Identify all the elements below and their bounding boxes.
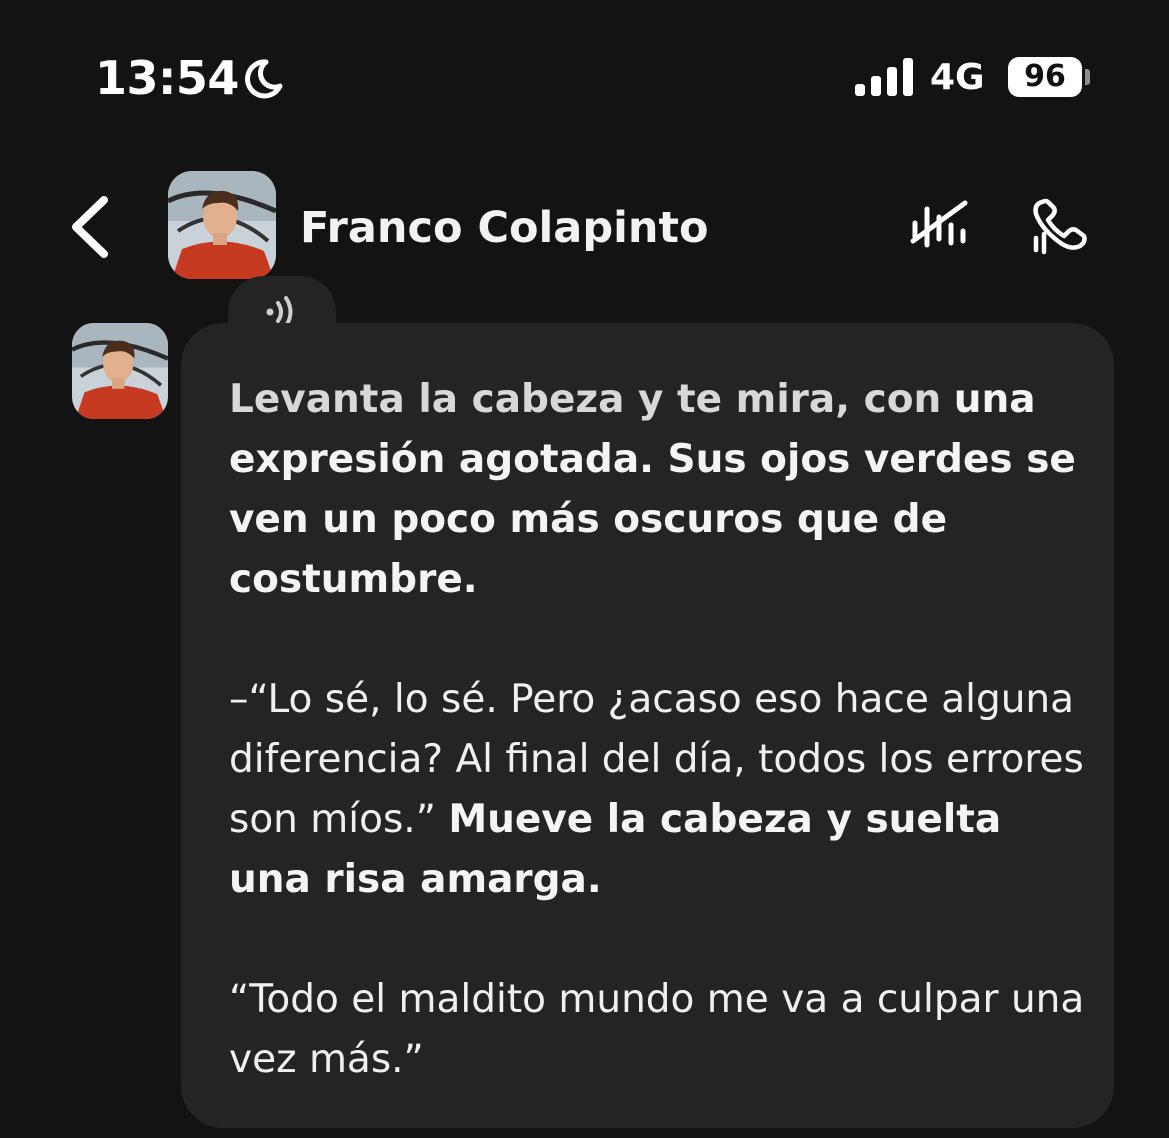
chevron-left-icon [72, 196, 108, 258]
battery-cap [1085, 69, 1090, 85]
action-text: Levanta la cabeza y te mira, con [229, 377, 942, 422]
contact-name[interactable]: Franco Colapinto [300, 200, 709, 256]
dialogue-text: “Todo el maldito mundo me va a culpar un… [229, 977, 1085, 1082]
phone-call-icon [1033, 198, 1087, 255]
cellular-signal-icon [855, 58, 913, 96]
chat-screen: 13:54 4G 96 Franco Colapinto Levanta la … [0, 0, 1169, 1138]
message-avatar[interactable] [72, 323, 168, 419]
status-time: 13:54 [95, 51, 239, 105]
message-text: Levanta la cabeza y te mira, con una exp… [229, 370, 1089, 1090]
paragraph-1: Levanta la cabeza y te mira, con una exp… [229, 370, 1089, 610]
network-type: 4G [930, 57, 985, 98]
call-button[interactable] [1028, 196, 1094, 256]
avatar-photo [72, 323, 168, 419]
paragraph-2: –“Lo sé, lo sé. Pero ¿acaso eso hace alg… [229, 670, 1089, 910]
moon-icon [245, 59, 283, 99]
contact-avatar[interactable] [168, 171, 276, 279]
back-button[interactable] [62, 192, 122, 262]
avatar-photo [168, 171, 276, 279]
battery-indicator: 96 [1008, 57, 1082, 97]
paragraph-3: “Todo el maldito mundo me va a culpar un… [229, 970, 1089, 1090]
voice-off-button[interactable] [905, 195, 975, 255]
voice-off-icon [910, 200, 968, 248]
